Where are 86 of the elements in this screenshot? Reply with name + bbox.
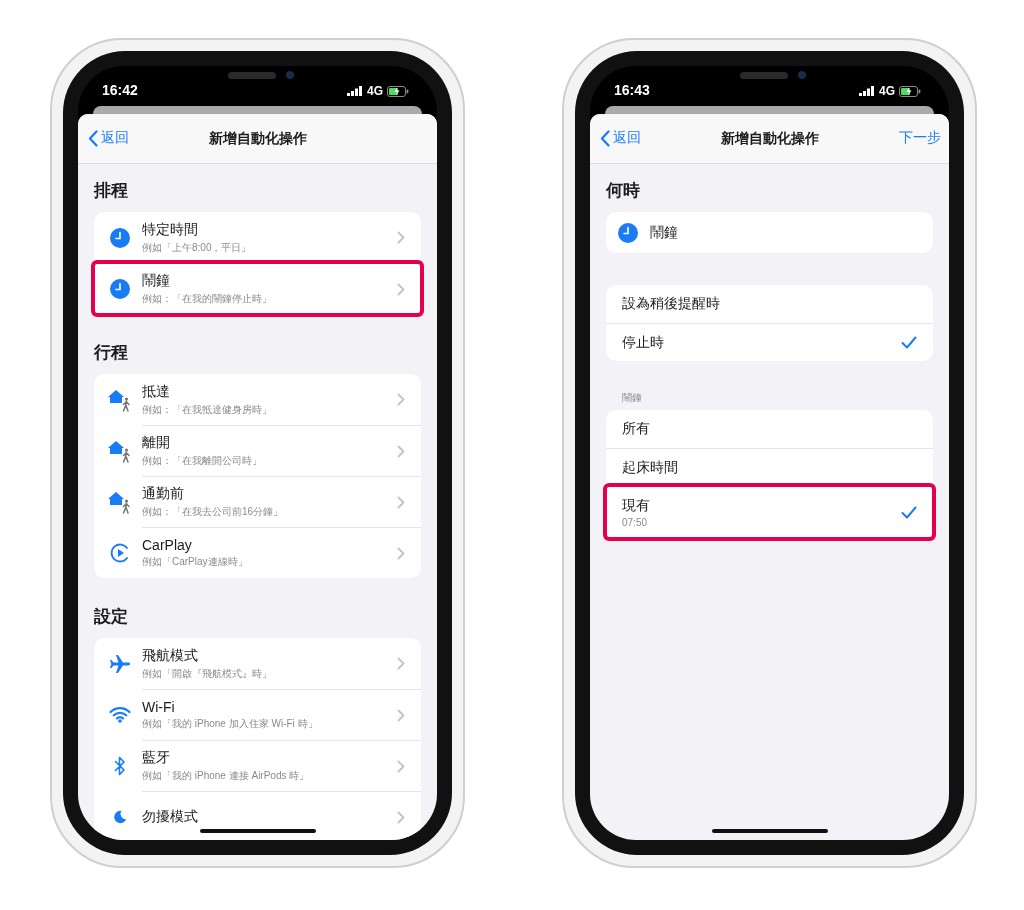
row-title: 鬧鐘	[650, 223, 678, 242]
speaker-grille	[227, 72, 276, 79]
back-button[interactable]: 返回	[88, 129, 129, 147]
signal-icon	[859, 86, 875, 96]
row-title: 所有	[622, 420, 650, 438]
chevron-right-icon	[397, 282, 405, 296]
row-subtitle: 例如「上午8:00，平日」	[142, 240, 252, 255]
chevron-right-icon	[397, 546, 405, 560]
row-subtitle: 例如：「在我去公司前16分鐘」	[142, 505, 284, 519]
battery-icon	[387, 85, 409, 97]
row-subtitle: 例如「我的 iPhone 連接 AirPods 時」	[142, 769, 310, 783]
list-row[interactable]: CarPlay 例如「CarPlay連線時」	[94, 527, 421, 578]
clock-icon	[110, 278, 130, 299]
chevron-right-icon	[397, 657, 405, 670]
list-row[interactable]: 所有	[606, 410, 933, 448]
list-row[interactable]: 現有 07:50	[606, 486, 933, 538]
status-time: 16:43	[614, 82, 650, 98]
row-title: 藍牙	[142, 749, 171, 767]
list-row[interactable]: 設為稍後提醒時	[606, 285, 933, 323]
section-header: 設定	[94, 606, 129, 628]
list-row[interactable]: 通勤前 例如：「在我去公司前16分鐘」	[94, 476, 421, 527]
row-title: 通勤前	[142, 485, 185, 503]
section-header: 排程	[94, 180, 129, 202]
signal-icon	[347, 86, 363, 96]
row-title: 抵達	[142, 382, 171, 401]
play-circle-icon	[110, 542, 130, 563]
row-title: 現有	[622, 497, 650, 515]
clock-icon	[110, 227, 130, 248]
row-title: 鬧鐘	[142, 272, 171, 290]
moon-icon	[113, 809, 127, 824]
row-title: CarPlay	[142, 537, 193, 553]
battery-icon	[899, 85, 921, 97]
list-row[interactable]: 飛航模式 例如「開啟『飛航模式』時」	[94, 638, 421, 689]
row-title: 起床時間	[622, 458, 678, 477]
camera-dot	[797, 71, 806, 79]
list-row[interactable]: 特定時間 例如「上午8:00，平日」	[94, 212, 421, 263]
house-and-walker-icon	[107, 489, 133, 514]
row-title: 特定時間	[142, 220, 199, 239]
chevron-right-icon	[397, 708, 405, 722]
house-and-walker-icon	[107, 438, 133, 463]
chevron-right-icon	[397, 495, 405, 509]
row-title: 停止時	[622, 333, 664, 352]
list-row[interactable]: 藍牙 例如「我的 iPhone 連接 AirPods 時」	[94, 740, 421, 791]
row-title: 飛航模式	[142, 646, 199, 665]
section-caption: 鬧鐘	[622, 391, 643, 405]
house-and-walker-icon	[107, 387, 133, 412]
list-row[interactable]: Wi-Fi 例如「我的 iPhone 加入住家 Wi-Fi 時」	[94, 689, 421, 740]
clock-icon	[618, 222, 638, 243]
status-time: 16:42	[102, 82, 138, 98]
network-label: 4G	[879, 84, 895, 98]
row-title: Wi-Fi	[142, 699, 176, 715]
airplane-icon	[109, 653, 131, 674]
section-header: 行程	[94, 342, 129, 364]
back-button[interactable]: 返回	[600, 129, 641, 147]
row-subtitle: 例如「開啟『飛航模式』時」	[142, 666, 272, 681]
chevron-right-icon	[397, 810, 405, 824]
next-button[interactable]: 下一步	[899, 129, 941, 147]
navigation-title: 新增自動化操作	[208, 129, 307, 148]
list-row[interactable]: 起床時間	[606, 448, 933, 486]
chevron-right-icon	[397, 231, 405, 244]
navigation-title: 新增自動化操作	[720, 129, 819, 148]
row-subtitle: 例如：「在我離開公司時」	[142, 454, 262, 468]
network-label: 4G	[367, 84, 383, 98]
speaker-grille	[739, 72, 788, 79]
list-row[interactable]: 鬧鐘	[606, 212, 933, 253]
camera-dot	[285, 71, 294, 79]
row-subtitle: 例如：「在我的鬧鐘停止時」	[142, 292, 272, 306]
chevron-left-icon	[600, 129, 610, 147]
section-header: 何時	[606, 180, 641, 202]
chevron-left-icon	[88, 129, 98, 147]
row-title: 離開	[142, 434, 171, 452]
chevron-right-icon	[397, 759, 405, 773]
bluetooth-icon	[114, 755, 126, 776]
list-row[interactable]: 離開 例如：「在我離開公司時」	[94, 425, 421, 476]
row-subtitle: 例如「我的 iPhone 加入住家 Wi-Fi 時」	[142, 717, 318, 731]
row-subtitle: 例如：「在我抵達健身房時」	[142, 402, 272, 417]
row-subtitle: 例如「CarPlay連線時」	[142, 555, 248, 569]
list-row[interactable]: 抵達 例如：「在我抵達健身房時」	[94, 374, 421, 425]
chevron-right-icon	[397, 393, 405, 406]
row-title: 勿擾模式	[142, 808, 198, 826]
row-title: 設為稍後提醒時	[622, 295, 720, 313]
wifi-icon	[109, 706, 131, 723]
list-row[interactable]: 鬧鐘 例如：「在我的鬧鐘停止時」	[94, 263, 421, 314]
list-row[interactable]: 停止時	[606, 323, 933, 361]
row-subtitle: 07:50	[622, 517, 649, 528]
chevron-right-icon	[397, 444, 405, 458]
